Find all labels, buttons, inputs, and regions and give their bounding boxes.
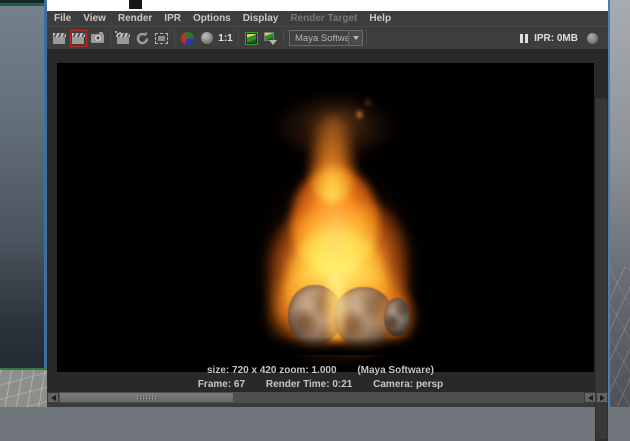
menu-file[interactable]: File	[48, 11, 77, 26]
fire-seam-flame	[324, 271, 348, 347]
scroll-left-button-right-end[interactable]	[584, 392, 596, 403]
redo-previous-render-icon	[72, 32, 85, 44]
ipr-render-button[interactable]	[115, 30, 132, 47]
remove-image-icon	[264, 31, 277, 45]
pause-ipr-icon[interactable]	[520, 33, 529, 43]
render-view-content: size: 720 x 420 zoom: 1.000 (Maya Softwa…	[47, 49, 608, 441]
render-icon	[53, 32, 66, 44]
vertical-scrollbar-thumb[interactable]	[596, 99, 607, 439]
toolbar-separator	[110, 30, 111, 46]
snapshot-icon	[91, 31, 104, 43]
keep-image-icon	[245, 31, 258, 45]
render-button[interactable]	[51, 30, 68, 47]
toolbar-separator	[174, 30, 175, 46]
frame-label: Frame: 67	[197, 379, 246, 390]
scroll-left-button[interactable]	[47, 392, 59, 403]
menu-display[interactable]: Display	[237, 11, 285, 26]
menu-render-target: Render Target	[290, 13, 358, 24]
size-zoom-label: size: 720 x 420 zoom: 1.000	[207, 365, 337, 376]
background-viewport-left	[0, 0, 47, 370]
window-icon[interactable]	[129, 0, 142, 9]
remove-image-button[interactable]	[262, 30, 279, 47]
arrow-left-icon	[50, 394, 56, 401]
one-to-one-label: 1:1	[218, 32, 233, 44]
render-time-label: Render Time: 0:21	[265, 379, 353, 390]
background-viewport-left-grid	[0, 368, 47, 407]
rgb-channels-icon	[181, 31, 194, 45]
menu-render[interactable]: Render	[112, 11, 158, 26]
fire-spark	[366, 100, 370, 105]
arrow-right-icon	[599, 394, 605, 401]
screen: File View Render IPR Options Display Ren…	[0, 0, 630, 441]
toolbar-separator	[283, 30, 284, 46]
camera-label: Camera: persp	[373, 379, 444, 390]
ipr-render-icon	[115, 30, 130, 44]
render-view-window: File View Render IPR Options Display Ren…	[47, 0, 608, 441]
menu-options[interactable]: Options	[187, 11, 237, 26]
ipr-memory-label: IPR: 0MB	[534, 32, 578, 44]
chevron-down-icon	[352, 36, 359, 40]
toolbar-separator	[238, 30, 239, 46]
horizontal-scrollbar-thumb[interactable]	[60, 393, 233, 402]
fire-bottom-fade	[262, 337, 412, 355]
refresh-ipr-icon	[136, 31, 149, 44]
alpha-channel-icon	[200, 32, 213, 44]
horizontal-scrollbar-track[interactable]	[59, 392, 584, 403]
fire-spark	[357, 111, 362, 118]
renderer-dropdown[interactable]: Maya Software	[289, 30, 363, 46]
redo-previous-render-button[interactable]	[70, 29, 87, 47]
one-to-one-button[interactable]: 1:1	[217, 30, 234, 47]
menu-help[interactable]: Help	[363, 11, 397, 26]
rgb-channels-button[interactable]	[179, 30, 196, 47]
menu-ipr[interactable]: IPR	[158, 11, 187, 26]
menubar: File View Render IPR Options Display Ren…	[47, 11, 608, 26]
snapshot-button[interactable]	[89, 30, 106, 47]
toolbar-separator	[366, 30, 367, 46]
rendered-image-area[interactable]	[57, 63, 594, 372]
ipr-region-render-icon	[155, 32, 168, 44]
renderer-dropdown-value: Maya Software	[295, 32, 348, 44]
renderer-label: (Maya Software)	[357, 365, 434, 376]
window-titlebar	[47, 0, 608, 11]
ipr-region-render-button[interactable]	[153, 30, 170, 47]
rendered-fire-image	[250, 95, 424, 365]
scroll-right-button[interactable]	[596, 392, 608, 403]
arrow-left-icon	[587, 394, 593, 401]
render-progress-sphere-icon	[587, 32, 598, 44]
alpha-channel-button[interactable]	[198, 30, 215, 47]
status-line-size: size: 720 x 420 zoom: 1.000 (Maya Softwa…	[47, 365, 594, 376]
renderer-dropdown-button[interactable]	[348, 31, 362, 45]
refresh-ipr-button[interactable]	[134, 30, 151, 47]
keep-image-button[interactable]	[243, 30, 260, 47]
toolbar: 1:1 Maya Software IPR: 0MB	[47, 26, 608, 49]
background-viewport-right	[608, 0, 630, 407]
menu-view[interactable]: View	[77, 11, 112, 26]
status-line-frame: Frame: 67 Render Time: 0:21 Camera: pers…	[47, 379, 594, 390]
horizontal-scrollbar[interactable]	[47, 392, 608, 403]
vertical-scrollbar[interactable]	[595, 98, 608, 441]
